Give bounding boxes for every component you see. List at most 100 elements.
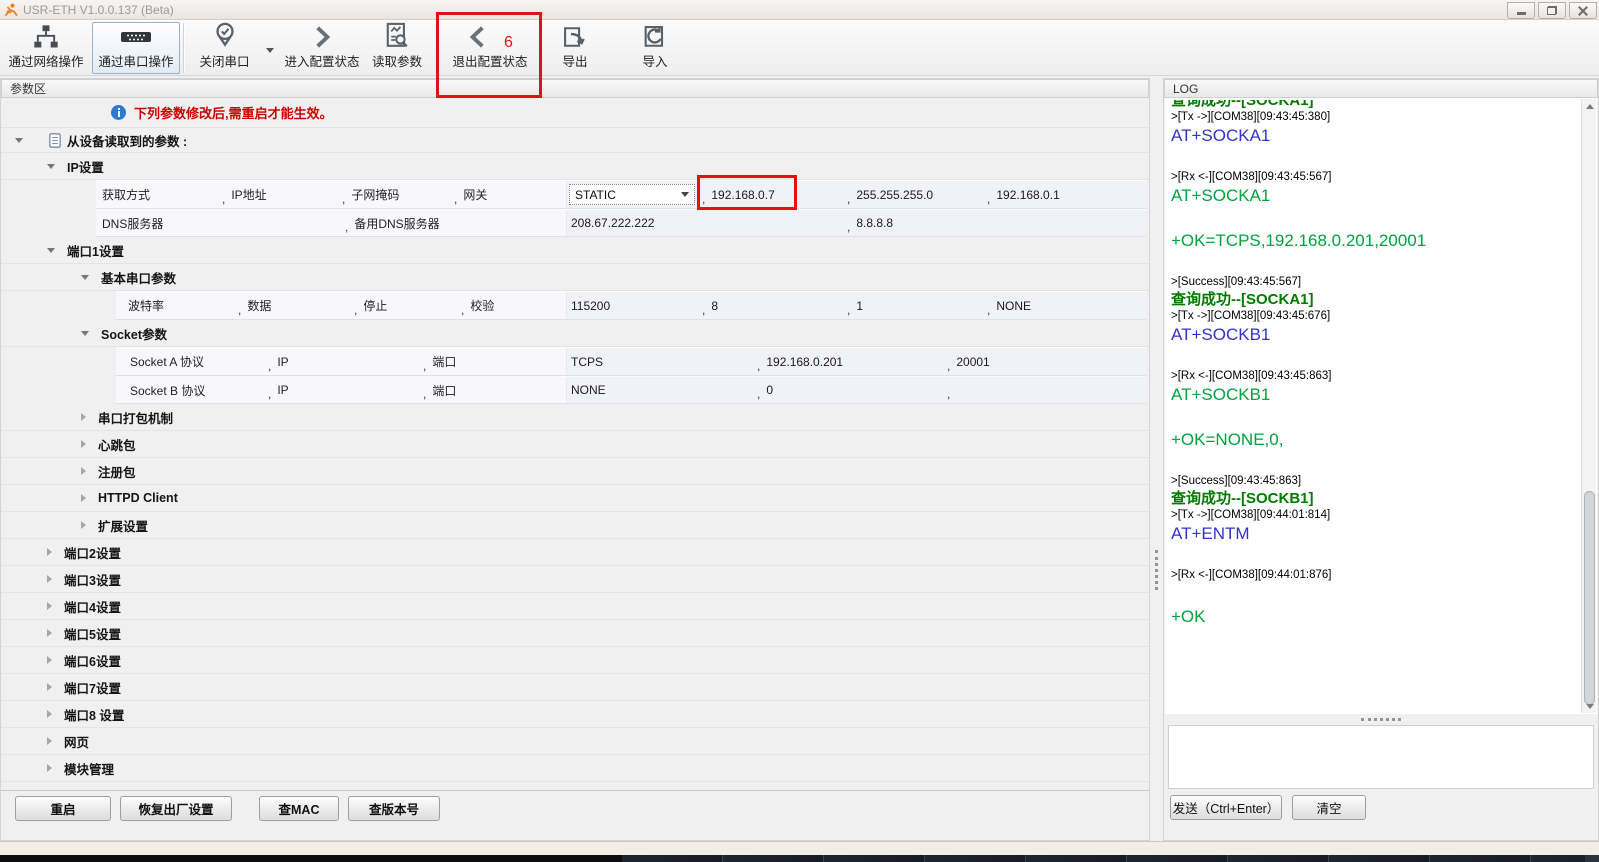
expand-arrow-icon[interactable] xyxy=(47,602,52,610)
toolbar-read-params-button[interactable]: 读取参数 xyxy=(362,22,432,74)
tree-group-packing[interactable]: 串口打包机制 xyxy=(1,404,1149,431)
expand-arrow-icon[interactable] xyxy=(47,683,52,691)
log-view[interactable]: 查询成功--[SOCKA1] >[Tx ->][COM38][09:43:45:… xyxy=(1165,98,1597,714)
expand-arrow-icon[interactable] xyxy=(81,413,86,421)
parameter-footer: 重启 恢复出厂设置 查MAC 查版本号 xyxy=(1,790,1149,840)
scrollbar-thumb[interactable] xyxy=(1584,491,1595,705)
serial-config-row: 波特率 ,数据 ,停止 ,校验 115200 ,8 ,1 ,NONE xyxy=(116,291,1146,320)
query-version-button[interactable]: 查版本号 xyxy=(348,796,440,821)
tree-group-port8[interactable]: 端口8 设置 xyxy=(1,701,1149,728)
expand-arrow-icon[interactable] xyxy=(47,629,52,637)
expand-arrow-icon[interactable] xyxy=(47,548,52,556)
tree-group-module-management[interactable]: 模块管理 xyxy=(1,755,1149,782)
tree-group-registration[interactable]: 注册包 xyxy=(1,458,1149,485)
socket-a-protocol-value[interactable]: TCPS xyxy=(571,355,603,369)
expand-arrow-icon[interactable] xyxy=(81,494,86,502)
tree-group-port5[interactable]: 端口5设置 xyxy=(1,620,1149,647)
log-entry: +OK=TCPS,192.168.0.201,20001 xyxy=(1171,230,1577,252)
stop-bits-value[interactable]: 1 xyxy=(856,299,863,313)
collapse-arrow-icon[interactable] xyxy=(81,331,89,336)
toolbar-label: 进入配置状态 xyxy=(284,51,359,70)
collapse-arrow-icon[interactable] xyxy=(15,138,23,143)
expand-arrow-icon[interactable] xyxy=(47,656,52,664)
toolbar-label: 导入 xyxy=(642,51,667,70)
socket-a-ip-value[interactable]: 192.168.0.201 xyxy=(766,355,843,369)
arrow-up-icon xyxy=(1586,104,1594,109)
expand-arrow-icon[interactable] xyxy=(47,710,52,718)
data-bits-value[interactable]: 8 xyxy=(711,299,718,313)
scroll-up-button[interactable] xyxy=(1582,99,1597,113)
baud-rate-value[interactable]: 115200 xyxy=(571,299,610,313)
tree-group-port1-settings[interactable]: 端口1设置 xyxy=(1,237,1149,264)
tree-group-basic-serial[interactable]: 基本串口参数 xyxy=(1,264,1149,291)
collapse-arrow-icon[interactable] xyxy=(47,164,55,169)
subnet-mask-value[interactable]: 255.255.255.0 xyxy=(856,188,933,202)
tree-group-port4[interactable]: 端口4设置 xyxy=(1,593,1149,620)
field-label: 端口 xyxy=(432,382,456,399)
expand-arrow-icon[interactable] xyxy=(81,440,86,448)
log-entry: AT+ENTM xyxy=(1171,523,1577,545)
gateway-value[interactable]: 192.168.0.1 xyxy=(996,188,1059,202)
tree-group-webpage[interactable]: 网页 xyxy=(1,728,1149,755)
toolbar-enter-config-button[interactable]: 进入配置状态 xyxy=(276,22,368,74)
socket-b-protocol-value[interactable]: NONE xyxy=(571,383,606,397)
log-entry: 查询成功--[SOCKA1] xyxy=(1171,100,1577,110)
toolbar-import-button[interactable]: 导入 xyxy=(625,22,685,74)
scroll-down-button[interactable] xyxy=(1582,699,1597,713)
close-button[interactable] xyxy=(1569,2,1597,19)
log-panel-header: LOG xyxy=(1164,79,1598,98)
backup-dns-value[interactable]: 8.8.8.8 xyxy=(856,216,893,230)
minimize-button[interactable] xyxy=(1507,2,1535,19)
acquire-mode-select[interactable]: STATIC xyxy=(569,184,695,205)
log-scrollbar[interactable] xyxy=(1581,99,1596,713)
app-logo-icon xyxy=(4,3,18,17)
tree-group-port7[interactable]: 端口7设置 xyxy=(1,674,1149,701)
tree-group-label: 端口6设置 xyxy=(64,651,121,670)
log-entry: +OK=NONE,0, xyxy=(1171,429,1577,451)
tree-group-socket-params[interactable]: Socket参数 xyxy=(1,320,1149,347)
socket-b-ip-value[interactable]: 0 xyxy=(766,383,773,397)
command-input[interactable] xyxy=(1168,725,1594,789)
expand-arrow-icon[interactable] xyxy=(81,521,86,529)
toolbar-close-serial-button[interactable]: 关闭串口 xyxy=(187,22,262,74)
toolbar-export-button[interactable]: 导出 xyxy=(545,22,605,74)
tree-group-label: HTTPD Client xyxy=(98,491,178,505)
restore-button[interactable] xyxy=(1538,2,1566,19)
tree-group-label: 注册包 xyxy=(98,462,136,481)
parity-value[interactable]: NONE xyxy=(996,299,1031,313)
tree-group-label: 端口7设置 xyxy=(64,678,121,697)
expand-arrow-icon[interactable] xyxy=(81,467,86,475)
tree-group-port2[interactable]: 端口2设置 xyxy=(1,539,1149,566)
tree-group-extended[interactable]: 扩展设置 xyxy=(1,512,1149,539)
log-input-splitter[interactable] xyxy=(1165,714,1597,723)
query-mac-button[interactable]: 查MAC xyxy=(259,796,339,821)
clear-button[interactable]: 清空 xyxy=(1292,795,1366,820)
expand-arrow-icon[interactable] xyxy=(47,737,52,745)
chevron-down-icon[interactable] xyxy=(266,48,274,53)
toolbar-network-mode-button[interactable]: 通过网络操作 xyxy=(2,22,90,74)
collapse-arrow-icon[interactable] xyxy=(81,275,89,280)
log-blank-line xyxy=(1171,583,1577,606)
log-entry: >[Rx <-][COM38][09:43:45:567] xyxy=(1171,170,1577,185)
tree-group-heartbeat[interactable]: 心跳包 xyxy=(1,431,1149,458)
collapse-arrow-icon[interactable] xyxy=(47,248,55,253)
send-button[interactable]: 发送（Ctrl+Enter） xyxy=(1170,795,1282,820)
panel-splitter[interactable] xyxy=(1150,78,1163,841)
factory-reset-button[interactable]: 恢复出厂设置 xyxy=(120,796,232,821)
expand-arrow-icon[interactable] xyxy=(47,764,52,772)
tree-group-label: 端口4设置 xyxy=(64,597,121,616)
tree-group-httpd-client[interactable]: HTTPD Client xyxy=(1,485,1149,512)
network-icon xyxy=(32,23,60,51)
tree-group-port6[interactable]: 端口6设置 xyxy=(1,647,1149,674)
toolbar-serial-mode-button[interactable]: 通过串口操作 xyxy=(92,22,180,74)
tree-group-port3[interactable]: 端口3设置 xyxy=(1,566,1149,593)
restart-button[interactable]: 重启 xyxy=(15,796,111,821)
dns-server-value[interactable]: 208.67.222.222 xyxy=(571,216,654,230)
tree-group-ip-settings[interactable]: IP设置 xyxy=(1,153,1149,180)
tree-group-label: 端口2设置 xyxy=(64,543,121,562)
expand-arrow-icon[interactable] xyxy=(47,575,52,583)
log-entry: >[Rx <-][COM38][09:43:45:863] xyxy=(1171,369,1577,384)
tree-group-label: 端口1设置 xyxy=(67,241,124,260)
socket-a-port-value[interactable]: 20001 xyxy=(956,355,989,369)
tree-root-params[interactable]: 从设备读取到的参数 : xyxy=(1,128,1149,153)
